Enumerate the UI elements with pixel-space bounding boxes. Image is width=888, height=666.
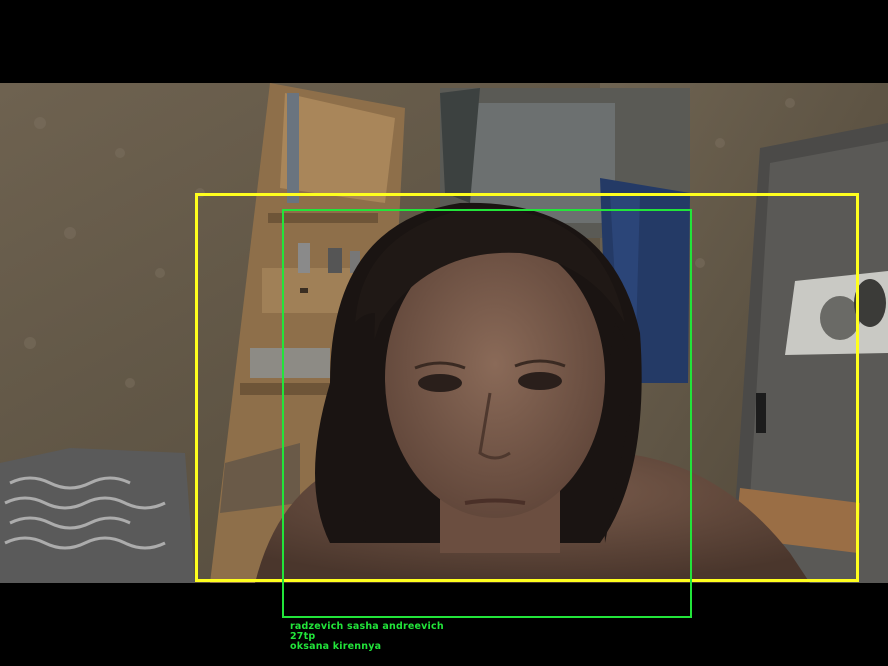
webcam-photo — [0, 83, 888, 583]
caption-block: radzevich sasha andreevich 27tp oksana k… — [290, 622, 444, 652]
webcam-frame: radzevich sasha andreevich 27tp oksana k… — [0, 0, 888, 666]
caption-teacher-line: oksana kirennya — [290, 641, 382, 652]
